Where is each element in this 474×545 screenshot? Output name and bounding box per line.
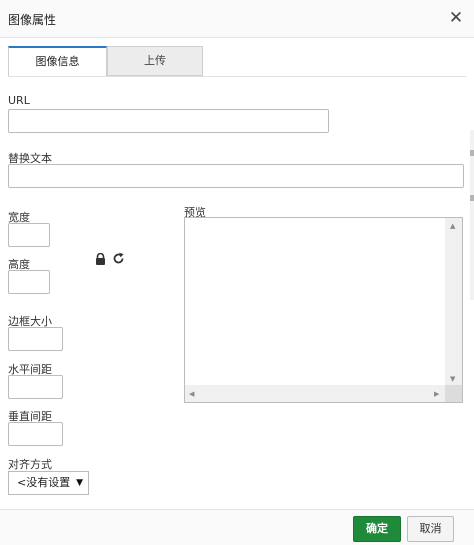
tab-divider bbox=[8, 76, 466, 77]
url-label: URL bbox=[8, 94, 30, 107]
tab-upload[interactable]: 上传 bbox=[107, 46, 203, 76]
align-select[interactable]: <没有设置 ▼ bbox=[8, 471, 89, 495]
scrollbar-corner bbox=[445, 385, 462, 402]
preview-box: ▲ ▼ ◀ ▶ bbox=[184, 217, 463, 403]
dialog-title: 图像属性 bbox=[8, 13, 57, 27]
page-scrollbar-mark bbox=[470, 150, 474, 156]
vspace-input[interactable] bbox=[8, 422, 63, 446]
alt-text-input[interactable] bbox=[8, 164, 464, 188]
preview-vertical-scrollbar[interactable]: ▲ ▼ bbox=[445, 218, 462, 386]
align-selected-value: <没有设置 bbox=[17, 476, 71, 489]
hspace-input[interactable] bbox=[8, 375, 63, 399]
cancel-button[interactable]: 取消 bbox=[407, 516, 454, 542]
url-input[interactable] bbox=[8, 109, 329, 133]
tab-image-info[interactable]: 图像信息 bbox=[8, 46, 107, 76]
dropdown-arrow-icon: ▼ bbox=[76, 478, 83, 488]
width-input[interactable] bbox=[8, 223, 50, 247]
dialog-title-bar: 图像属性 ✕ bbox=[0, 0, 474, 38]
lock-icon[interactable] bbox=[95, 253, 106, 265]
page-scrollbar-mark bbox=[470, 195, 474, 201]
ok-button[interactable]: 确定 bbox=[353, 516, 401, 542]
preview-horizontal-scrollbar[interactable]: ◀ ▶ bbox=[185, 385, 445, 402]
scroll-right-arrow-icon[interactable]: ▶ bbox=[434, 390, 439, 398]
align-label: 对齐方式 bbox=[8, 458, 52, 471]
reset-size-icon[interactable] bbox=[112, 252, 125, 265]
scroll-down-arrow-icon[interactable]: ▼ bbox=[450, 375, 455, 383]
scroll-up-arrow-icon[interactable]: ▲ bbox=[450, 222, 455, 230]
scroll-left-arrow-icon[interactable]: ◀ bbox=[189, 390, 194, 398]
close-icon[interactable]: ✕ bbox=[446, 8, 466, 28]
dialog-footer: 确定 取消 bbox=[0, 509, 474, 545]
image-properties-dialog: 图像属性 ✕ 图像信息 上传 URL 替换文本 宽度 高度 边框大小 水平间距 … bbox=[0, 0, 474, 545]
border-input[interactable] bbox=[8, 327, 63, 351]
height-input[interactable] bbox=[8, 270, 50, 294]
